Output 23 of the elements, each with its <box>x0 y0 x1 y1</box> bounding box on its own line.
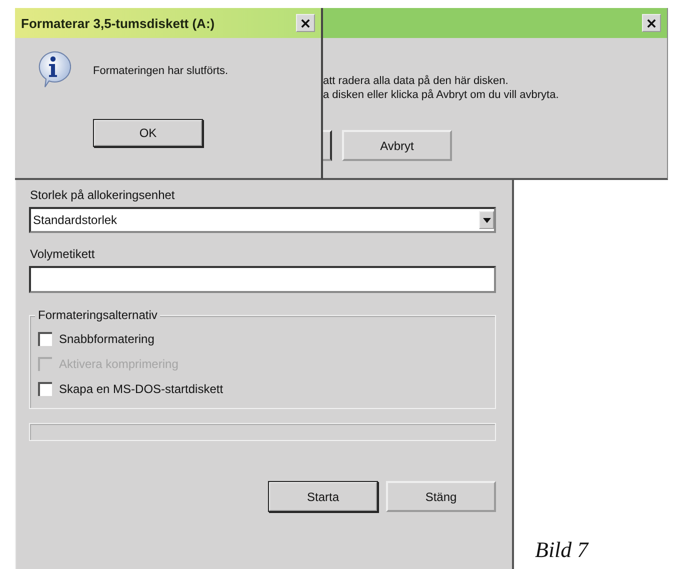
text-input[interactable] <box>29 266 496 293</box>
dialog-button[interactable]: Starta <box>268 481 378 512</box>
close-button[interactable] <box>642 14 661 32</box>
checkbox[interactable] <box>38 382 52 396</box>
close-icon <box>647 18 656 28</box>
close-icon <box>301 18 310 28</box>
dialog-button[interactable]: Avbryt <box>342 130 452 161</box>
dropdown[interactable]: Standardstorlek <box>29 207 496 233</box>
checkbox[interactable] <box>38 332 52 346</box>
message-text: Formateringen har slutförts. <box>93 64 228 76</box>
close-button[interactable] <box>296 14 315 32</box>
checkbox-label: Skapa en MS-DOS-startdiskett <box>59 382 224 396</box>
window-title: Formaterar 3,5-tumsdiskett (A:) <box>21 16 215 30</box>
dialog-button[interactable] <box>322 130 332 161</box>
dialog-button[interactable]: OK <box>93 119 203 147</box>
field-label: Storlek på allokeringsenhet <box>30 188 176 202</box>
figure-caption: Bild 7 <box>535 537 588 563</box>
message-text: a disken eller klicka på Avbryt om du vill avbryta. <box>323 88 560 102</box>
checkbox-label: Snabbformatering <box>59 332 154 346</box>
dialog-button[interactable]: Stäng <box>386 481 496 512</box>
message-text: att radera alla data på den här disken. <box>323 74 510 88</box>
field-label: Volymetikett <box>30 247 96 261</box>
group-label: Formateringsalternativ <box>35 308 160 322</box>
